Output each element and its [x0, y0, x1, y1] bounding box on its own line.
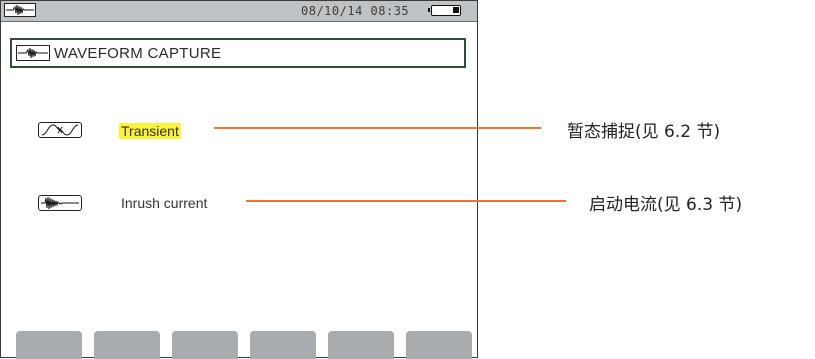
softkey-3[interactable] [172, 331, 238, 359]
leader-line-transient [214, 127, 541, 129]
callout-inrush: 启动电流(见 6.3 节) [589, 195, 743, 215]
softkey-4[interactable] [250, 331, 316, 359]
battery-icon [428, 5, 461, 16]
inrush-icon[interactable] [38, 195, 82, 211]
status-bar: 08/10/14 08:35 [1, 1, 477, 22]
softkey-6[interactable] [406, 331, 472, 359]
page-title: WAVEFORM CAPTURE [54, 45, 222, 62]
softkey-2[interactable] [94, 331, 160, 359]
menu-item-transient[interactable]: Transient [119, 123, 181, 139]
instrument-screen: 08/10/14 08:35 WAVEFORM CAPTURE Transien… [0, 0, 478, 359]
transient-icon[interactable] [38, 122, 82, 138]
waveform-icon[interactable] [4, 3, 36, 17]
leader-line-inrush [246, 200, 566, 202]
menu-item-inrush-current[interactable]: Inrush current [121, 195, 207, 211]
callout-transient: 暂态捕捉(见 6.2 节) [567, 122, 721, 142]
waveform-icon [16, 45, 50, 61]
date-time: 08/10/14 08:35 [301, 4, 410, 18]
softkey-1[interactable] [16, 331, 82, 359]
page-title-box: WAVEFORM CAPTURE [10, 38, 466, 68]
softkey-5[interactable] [328, 331, 394, 359]
